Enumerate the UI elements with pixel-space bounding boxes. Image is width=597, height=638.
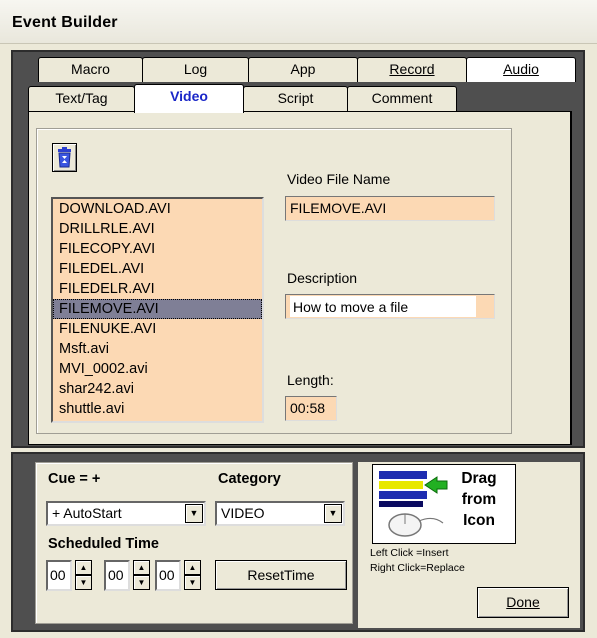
tab-comment[interactable]: Comment — [347, 86, 457, 112]
list-item[interactable]: Msft.avi — [53, 339, 262, 359]
tab-app[interactable]: App — [248, 57, 358, 82]
list-item[interactable]: FILECOPY.AVI — [53, 239, 262, 259]
drag-insert-mouse-icon — [379, 471, 448, 537]
description-value: How to move a file — [293, 299, 409, 315]
description-label: Description — [287, 270, 358, 286]
minute-spinner[interactable]: ▲ ▼ — [133, 560, 150, 591]
drag-text-line: Icon — [463, 512, 495, 529]
recycle-bin-icon — [58, 147, 71, 168]
drag-from-icon-text: Drag from Icon — [449, 468, 509, 531]
category-select-value: VIDEO — [221, 505, 265, 521]
length-value: 00:58 — [285, 396, 337, 421]
category-label: Category — [218, 471, 281, 487]
list-item[interactable]: DRILLRLE.AVI — [53, 219, 262, 239]
cue-select-value: + AutoStart — [52, 505, 122, 521]
delete-video-button[interactable] — [52, 143, 77, 172]
tab-video[interactable]: Video — [134, 84, 244, 113]
done-button[interactable]: Done — [477, 587, 569, 618]
tab-record-label: Record — [389, 61, 435, 77]
spin-down-icon[interactable]: ▼ — [133, 575, 150, 590]
list-item[interactable]: FILEDEL.AVI — [53, 259, 262, 279]
list-item[interactable]: MVI_0002.avi — [53, 359, 262, 379]
chevron-down-icon[interactable]: ▼ — [324, 504, 342, 523]
reset-time-button[interactable]: ResetTime — [215, 560, 347, 590]
window-title: Event Builder — [12, 14, 118, 31]
hour-field[interactable]: 00 — [46, 560, 72, 591]
list-item[interactable]: FILEMOVE.AVI — [53, 299, 262, 319]
spin-up-icon[interactable]: ▲ — [133, 560, 150, 575]
tab-audio-label: Audio — [503, 61, 539, 77]
tab-record[interactable]: Record — [357, 57, 467, 82]
cue-select[interactable]: + AutoStart ▼ — [46, 501, 206, 526]
spin-down-icon[interactable]: ▼ — [184, 575, 201, 590]
second-spinner[interactable]: ▲ ▼ — [184, 560, 201, 591]
tab-text-tag[interactable]: Text/Tag — [28, 86, 135, 112]
spin-up-icon[interactable]: ▲ — [184, 560, 201, 575]
drag-text-line: from — [461, 491, 497, 508]
tab-macro[interactable]: Macro — [38, 57, 143, 82]
length-label: Length: — [287, 372, 334, 388]
list-item[interactable]: FILEDELR.AVI — [53, 279, 262, 299]
tab-script[interactable]: Script — [243, 86, 348, 112]
scheduled-time-label: Scheduled Time — [48, 536, 159, 552]
list-item[interactable]: DOWNLOAD.AVI — [53, 199, 262, 219]
minute-field[interactable]: 00 — [104, 560, 130, 591]
video-file-name-label: Video File Name — [287, 171, 391, 187]
spin-down-icon[interactable]: ▼ — [75, 575, 92, 590]
drag-from-icon-box[interactable]: Drag from Icon — [372, 464, 516, 544]
list-item[interactable]: shuttle.avi — [53, 399, 262, 419]
title-bar: Event Builder — [0, 0, 597, 44]
chevron-down-icon[interactable]: ▼ — [185, 504, 203, 523]
tab-log[interactable]: Log — [142, 57, 249, 82]
list-item[interactable]: FILENUKE.AVI — [53, 319, 262, 339]
done-label: Done — [506, 594, 540, 610]
video-file-name-field[interactable]: FILEMOVE.AVI — [285, 196, 495, 221]
list-item[interactable]: shar242.avi — [53, 379, 262, 399]
left-click-hint: Left Click =Insert — [370, 547, 449, 559]
video-file-list[interactable]: DOWNLOAD.AVI DRILLRLE.AVI FILECOPY.AVI FILE… — [51, 197, 264, 423]
cue-label: Cue = + — [48, 471, 101, 487]
drag-text-line: Drag — [461, 470, 497, 487]
category-select[interactable]: VIDEO ▼ — [215, 501, 345, 526]
hour-spinner[interactable]: ▲ ▼ — [75, 560, 92, 591]
right-click-hint: Right Click=Replace — [370, 562, 465, 574]
spin-up-icon[interactable]: ▲ — [75, 560, 92, 575]
tab-audio[interactable]: Audio — [466, 57, 576, 82]
second-field[interactable]: 00 — [155, 560, 181, 591]
